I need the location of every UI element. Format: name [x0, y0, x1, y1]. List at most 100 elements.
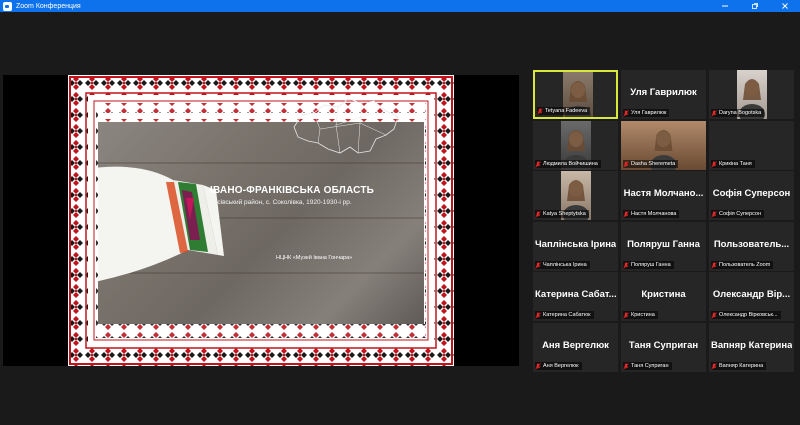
mic-muted-icon: [623, 261, 629, 269]
mic-muted-icon: [623, 160, 629, 168]
restore-icon: [752, 3, 758, 9]
participant-label-text: Людмила Войчишина: [543, 161, 598, 167]
participant-tile[interactable]: Таня Суприган Таня Суприган: [621, 323, 706, 372]
participant-name-label: Таня Суприган: [623, 362, 672, 370]
zoom-app-icon: [3, 1, 12, 11]
mic-muted-icon: [535, 261, 541, 269]
participant-name-label: Настя Молчанова: [623, 210, 680, 218]
participant-name-label: Пользователь Zoom: [711, 261, 774, 269]
participant-name-label: Tetyana Fadeeva: [537, 107, 591, 115]
participant-display-name: Поляруш Ганна: [627, 239, 700, 250]
participant-display-name: Пользователь...: [713, 239, 790, 250]
participant-tile[interactable]: Кристина Кристина: [621, 272, 706, 321]
maximize-button[interactable]: [740, 0, 770, 12]
mic-muted-icon: [623, 109, 629, 117]
participant-label-text: Крикіна Таня: [719, 161, 752, 167]
participant-label-text: Софія Суперсон: [719, 211, 762, 217]
participant-label-text: Чаплінська Ірина: [543, 262, 587, 268]
participant-label-text: Настя Молчанова: [631, 211, 677, 217]
participant-label-text: Daryna Bogotska: [719, 110, 762, 116]
mic-muted-icon: [623, 311, 629, 319]
slide-subtitle: Косівський район, с. Соколівка, 1920-193…: [210, 199, 352, 206]
participant-label-text: Катерина Сабатюк: [543, 312, 591, 318]
mic-muted-icon: [537, 107, 543, 115]
participant-name-label: Кристина: [623, 311, 658, 319]
participant-tile[interactable]: Олександр Вір... Олександр Вірковськ...: [709, 272, 794, 321]
participant-tile[interactable]: Daryna Bogotska: [709, 70, 794, 119]
participant-display-name: Софія Суперсон: [712, 188, 791, 199]
mic-muted-icon: [535, 210, 541, 218]
participant-label-text: Таня Суприган: [631, 363, 669, 369]
participant-tile[interactable]: Katya Sheptytska: [533, 171, 618, 220]
participant-label-text: Katya Sheptytska: [543, 211, 586, 217]
presentation-slide: ІВАНО-ФРАНКІВСЬКА ОБЛАСТЬ Косівський рай…: [68, 75, 454, 366]
ukraine-map-outline: [293, 98, 399, 154]
mic-muted-icon: [711, 362, 717, 370]
participant-tile[interactable]: Софія Суперсон Софія Суперсон: [709, 171, 794, 220]
participant-name-label: Аня Вергелюк: [535, 362, 582, 370]
slide-credit: НЦНК «Музей Івана Гончара»: [276, 255, 353, 261]
mic-muted-icon: [711, 311, 717, 319]
participant-name-label: Катерина Сабатюк: [535, 311, 594, 319]
slide-title: ІВАНО-ФРАНКІВСЬКА ОБЛАСТЬ: [210, 185, 375, 196]
participant-name-label: Людмила Войчишина: [535, 160, 601, 168]
close-icon: [782, 3, 788, 9]
participant-display-name: Вапняр Катерина: [711, 340, 792, 351]
participant-label-text: Аня Вергелюк: [543, 363, 579, 369]
minimize-icon: [722, 5, 728, 7]
mic-muted-icon: [623, 362, 629, 370]
participant-name-label: Чаплінська Ірина: [535, 261, 590, 269]
participant-label-text: Пользователь Zoom: [719, 262, 771, 268]
participant-label-text: Dasha Sheremeta: [631, 161, 676, 167]
title-bar: Zoom Конференция: [0, 0, 800, 12]
participant-display-name: Аня Вергелюк: [542, 340, 609, 351]
window-controls: [710, 0, 800, 12]
participant-display-name: Настя Молчано...: [623, 188, 704, 199]
window-title: Zoom Конференция: [16, 2, 81, 10]
participant-display-name: Кристина: [641, 289, 686, 300]
participant-tile[interactable]: Аня Вергелюк Аня Вергелюк: [533, 323, 618, 372]
participant-display-name: Уля Гаврилюк: [630, 87, 697, 98]
shared-screen[interactable]: ІВАНО-ФРАНКІВСЬКА ОБЛАСТЬ Косівський рай…: [3, 75, 519, 366]
mic-muted-icon: [535, 160, 541, 168]
mic-muted-icon: [535, 311, 541, 319]
participant-tile[interactable]: Tetyana Fadeeva: [533, 70, 618, 119]
mic-muted-icon: [711, 261, 717, 269]
embroidered-sleeve-image: [98, 166, 224, 282]
mic-muted-icon: [711, 109, 717, 117]
participant-name-label: Олександр Вірковськ...: [711, 311, 781, 319]
participant-name-label: Крикіна Таня: [711, 160, 755, 168]
participant-tile[interactable]: Катерина Сабат... Катерина Сабатюк: [533, 272, 618, 321]
participant-label-text: Кристина: [631, 312, 655, 318]
participant-name-label: Софія Суперсон: [711, 210, 765, 218]
participant-tile[interactable]: Крикіна Таня: [709, 121, 794, 170]
participant-name-label: Поляруш Ганна: [623, 261, 674, 269]
participant-label-text: Олександр Вірковськ...: [719, 312, 778, 318]
participant-tile[interactable]: Вапняр Катерина Вапняр Катерина: [709, 323, 794, 372]
participant-tile[interactable]: Чаплінська Ірина Чаплінська Ірина: [533, 222, 618, 271]
mic-muted-icon: [711, 160, 717, 168]
participant-name-label: Katya Sheptytska: [535, 210, 589, 218]
participant-tile[interactable]: Поляруш Ганна Поляруш Ганна: [621, 222, 706, 271]
participant-tile[interactable]: Людмила Войчишина: [533, 121, 618, 170]
close-button[interactable]: [770, 0, 800, 12]
participant-tile[interactable]: Уля Гаврилюк Уля Гаврилюк: [621, 70, 706, 119]
participant-name-label: Dasha Sheremeta: [623, 160, 679, 168]
participant-label-text: Tetyana Fadeeva: [545, 108, 588, 114]
participant-tile[interactable]: Настя Молчано... Настя Молчанова: [621, 171, 706, 220]
participant-tile[interactable]: Пользователь... Пользователь Zoom: [709, 222, 794, 271]
participant-display-name: Таня Суприган: [628, 340, 699, 351]
mic-muted-icon: [711, 210, 717, 218]
participant-label-text: Поляруш Ганна: [631, 262, 671, 268]
minimize-button[interactable]: [710, 0, 740, 12]
participant-tile[interactable]: Dasha Sheremeta: [621, 121, 706, 170]
participant-name-label: Вапняр Катерина: [711, 362, 767, 370]
participant-label-text: Уля Гаврилюк: [631, 110, 667, 116]
participant-label-text: Вапняр Катерина: [719, 363, 764, 369]
participant-name-label: Уля Гаврилюк: [623, 109, 670, 117]
participant-name-label: Daryna Bogotska: [711, 109, 765, 117]
participant-display-name: Олександр Вір...: [712, 289, 791, 300]
mic-muted-icon: [623, 210, 629, 218]
participant-display-name: Чаплінська Ірина: [535, 239, 616, 250]
mic-muted-icon: [535, 362, 541, 370]
